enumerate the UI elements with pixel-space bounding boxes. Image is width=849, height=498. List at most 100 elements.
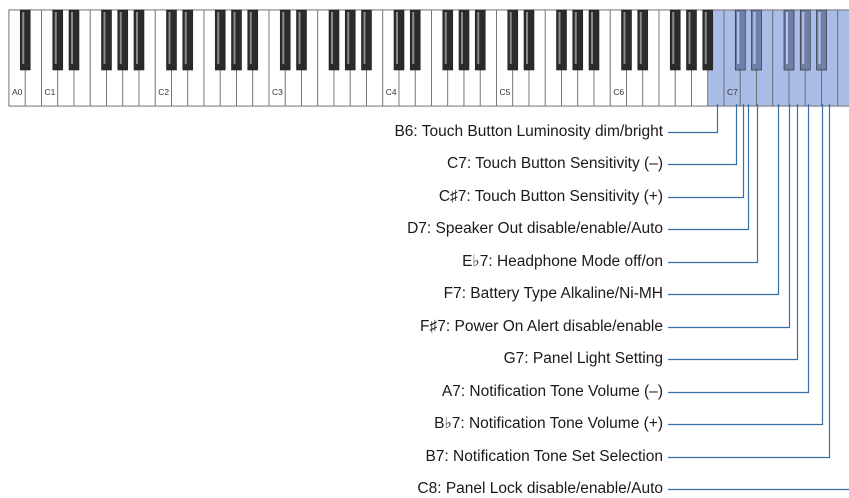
black-key-asharp4 xyxy=(474,9,486,71)
function-label-b7: B7: Notification Tone Set Selection xyxy=(425,447,663,465)
black-key-highlight-stripe xyxy=(103,12,106,64)
black-key-highlight-stripe xyxy=(217,12,220,64)
black-key-highlight-stripe xyxy=(54,12,57,64)
octave-label-c2: C2 xyxy=(158,87,169,97)
black-key-highlight-stripe xyxy=(168,12,171,64)
octave-label-c5: C5 xyxy=(500,87,511,97)
function-label-f7: F7: Battery Type Alkaline/Ni-MH xyxy=(443,284,663,302)
keyboard-illustration: A0 C1 C2 C3 C4 C5 C6 C7 xyxy=(8,9,849,491)
black-key-highlight-stripe xyxy=(509,12,512,64)
black-key-highlight-stripe xyxy=(396,12,398,64)
black-key-highlight-stripe xyxy=(591,12,593,64)
black-key-highlight-stripe xyxy=(704,12,707,64)
octave-label-c4: C4 xyxy=(386,87,397,97)
black-key-csharp1 xyxy=(52,9,64,71)
black-key-highlight-stripe xyxy=(639,12,642,64)
function-label-c7: C7: Touch Button Sensitivity (–) xyxy=(447,154,663,172)
black-key-gsharp3 xyxy=(344,9,356,71)
white-key-c8 xyxy=(837,9,849,107)
function-label-bb7: B♭7: Notification Tone Volume (+) xyxy=(434,414,663,432)
black-key-asharp3 xyxy=(361,9,372,71)
leader-line-a7 xyxy=(668,104,810,394)
black-key-highlight-stripe xyxy=(818,12,821,64)
black-key-fsharp1 xyxy=(101,9,112,71)
black-key-dsharp1 xyxy=(68,9,80,71)
black-key-highlight-stripe xyxy=(184,12,187,64)
black-key-highlight-stripe xyxy=(412,12,415,64)
black-key-highlight-stripe xyxy=(802,12,805,64)
function-label-g7: G7: Panel Light Setting xyxy=(503,349,663,367)
octave-label-c3: C3 xyxy=(272,87,283,97)
black-key-highlight-stripe xyxy=(623,12,626,64)
octave-label-c6: C6 xyxy=(613,87,624,97)
octave-label-a0: A0 xyxy=(12,87,23,97)
function-label-fsharp7: F♯7: Power On Alert disable/enable xyxy=(420,317,663,335)
black-key-fsharp2 xyxy=(214,9,226,71)
black-key-dsharp6 xyxy=(637,9,649,71)
black-key-csharp2 xyxy=(166,9,177,71)
black-key-highlight-stripe xyxy=(298,12,301,64)
octave-label-c1: C1 xyxy=(45,87,56,97)
black-key-highlight-stripe xyxy=(282,12,285,64)
black-key-csharp5 xyxy=(507,9,519,71)
black-key-asharp0 xyxy=(19,9,31,71)
black-key-dsharp4 xyxy=(409,9,421,71)
black-key-highlight-stripe xyxy=(526,12,528,64)
black-key-highlight-stripe xyxy=(558,12,561,64)
function-label-a7: A7: Notification Tone Volume (–) xyxy=(441,382,663,400)
black-key-dsharp2 xyxy=(182,9,194,71)
black-key-highlight-stripe xyxy=(233,12,236,64)
black-key-highlight-stripe xyxy=(461,12,463,64)
black-key-highlight-stripe xyxy=(331,12,333,64)
black-key-csharp3 xyxy=(279,9,291,71)
black-key-highlight-stripe xyxy=(249,12,252,64)
function-label-d7: D7: Speaker Out disable/enable/Auto xyxy=(407,219,663,237)
black-key-asharp6 xyxy=(702,9,714,71)
black-key-highlight-stripe xyxy=(22,12,25,64)
function-label-c8: C8: Panel Lock disable/enable/Auto xyxy=(417,479,663,497)
black-key-fsharp6 xyxy=(669,9,681,71)
black-key-dsharp3 xyxy=(296,9,307,71)
black-key-asharp7 xyxy=(816,9,827,71)
black-key-csharp7 xyxy=(734,9,746,71)
black-key-highlight-stripe xyxy=(786,12,788,64)
black-key-highlight-stripe xyxy=(444,12,447,64)
black-key-dsharp5 xyxy=(523,9,535,71)
black-key-gsharp7 xyxy=(799,9,811,71)
black-key-asharp1 xyxy=(133,9,145,71)
black-key-gsharp4 xyxy=(458,9,470,71)
black-key-fsharp4 xyxy=(442,9,454,71)
black-key-gsharp1 xyxy=(117,9,129,71)
leader-line-bb7 xyxy=(668,104,824,426)
leader-line-csharp7 xyxy=(668,104,745,199)
black-key-csharp4 xyxy=(393,9,405,71)
black-key-highlight-stripe xyxy=(477,12,480,64)
black-key-highlight-stripe xyxy=(753,12,756,64)
black-key-asharp5 xyxy=(588,9,600,71)
leader-line-b6 xyxy=(668,104,719,134)
black-key-highlight-stripe xyxy=(347,12,350,64)
black-key-fsharp5 xyxy=(556,9,567,71)
black-key-fsharp3 xyxy=(328,9,340,71)
black-key-highlight-stripe xyxy=(136,12,138,64)
black-key-dsharp7 xyxy=(751,9,762,71)
keyboard-function-diagram: A0 C1 C2 C3 C4 C5 C6 C7 B6: Touch Button Lumino… xyxy=(0,0,849,498)
black-key-asharp2 xyxy=(247,9,259,71)
function-label-eb7: E♭7: Headphone Mode off/on xyxy=(462,252,663,270)
black-key-highlight-stripe xyxy=(119,12,122,64)
black-key-highlight-stripe xyxy=(71,12,73,64)
black-key-gsharp2 xyxy=(231,9,242,71)
black-key-highlight-stripe xyxy=(688,12,691,64)
octave-label-c7: C7 xyxy=(727,87,738,97)
black-key-highlight-stripe xyxy=(363,12,366,64)
black-key-highlight-stripe xyxy=(737,12,740,64)
black-key-fsharp7 xyxy=(783,9,795,71)
black-key-highlight-stripe xyxy=(672,12,675,64)
black-key-gsharp6 xyxy=(686,9,697,71)
function-label-b6: B6: Touch Button Luminosity dim/bright xyxy=(394,122,663,140)
black-key-gsharp5 xyxy=(572,9,584,71)
black-key-highlight-stripe xyxy=(574,12,577,64)
leader-line-c7 xyxy=(668,104,738,166)
black-key-csharp6 xyxy=(621,9,632,71)
function-label-csharp7: C♯7: Touch Button Sensitivity (+) xyxy=(438,187,663,205)
